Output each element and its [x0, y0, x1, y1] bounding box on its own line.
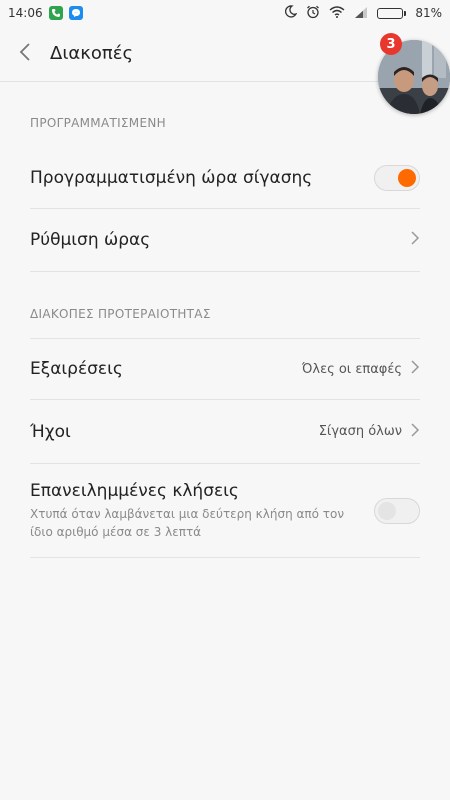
scheduled-quiet-toggle[interactable] [374, 164, 420, 191]
signal-icon [354, 6, 368, 21]
status-time: 14:06 [8, 6, 43, 20]
status-bar: 14:06 81% [0, 0, 450, 26]
row-label: Ήχοι [30, 421, 71, 442]
back-button[interactable] [0, 26, 50, 82]
messenger-icon [68, 6, 83, 20]
row-description: Χτυπά όταν λαμβάνεται μια δεύτερη κλήση … [30, 506, 345, 539]
moon-icon [284, 5, 298, 21]
row-value: Όλες οι επαφές [301, 361, 402, 377]
row-label: Προγραμματισμένη ώρα σίγασης [30, 167, 313, 188]
row-label: Ρύθμιση ώρας [30, 230, 151, 250]
section-header-scheduled: ΠΡΟΓΡΑΜΜΑΤΙΣΜΕΝΗ [30, 116, 166, 130]
row-label: Εξαιρέσεις [30, 359, 123, 379]
chevron-right-icon [410, 359, 420, 379]
chevron-left-icon [19, 42, 31, 66]
chevron-right-icon [410, 422, 420, 442]
row-time-setting[interactable]: Ρύθμιση ώρας [30, 209, 420, 272]
row-sounds[interactable]: Ήχοι Σίγαση όλων [30, 400, 420, 464]
notification-badge-wrap: 3 [380, 33, 402, 55]
battery-icon [377, 7, 407, 19]
row-value: Σίγαση όλων [318, 424, 402, 439]
notification-badge: 3 [380, 33, 402, 55]
row-exceptions[interactable]: Εξαιρέσεις Όλες οι επαφές [30, 338, 420, 400]
status-bar-left: 14:06 [8, 6, 83, 20]
repeated-calls-toggle[interactable] [374, 497, 420, 524]
alarm-icon [306, 5, 320, 22]
battery-percent: 81% [415, 6, 442, 20]
chevron-right-icon [410, 230, 420, 250]
toggle-knob [398, 168, 416, 187]
row-scheduled-quiet-time[interactable]: Προγραμματισμένη ώρα σίγασης [30, 147, 420, 209]
page-title: Διακοπές [50, 43, 134, 64]
row-repeated-calls[interactable]: Επανειλημμένες κλήσεις Χτυπά όταν λαμβάν… [30, 464, 420, 558]
row-label: Επανειλημμένες κλήσεις [30, 480, 239, 501]
section-header-priority: ΔΙΑΚΟΠΕΣ ΠΡΟΤΕΡΑΙΟΤΗΤΑΣ [30, 307, 211, 321]
status-bar-right: 81% [284, 5, 442, 22]
wifi-icon [329, 5, 345, 21]
toggle-knob [378, 501, 396, 520]
phone-icon [48, 6, 63, 20]
